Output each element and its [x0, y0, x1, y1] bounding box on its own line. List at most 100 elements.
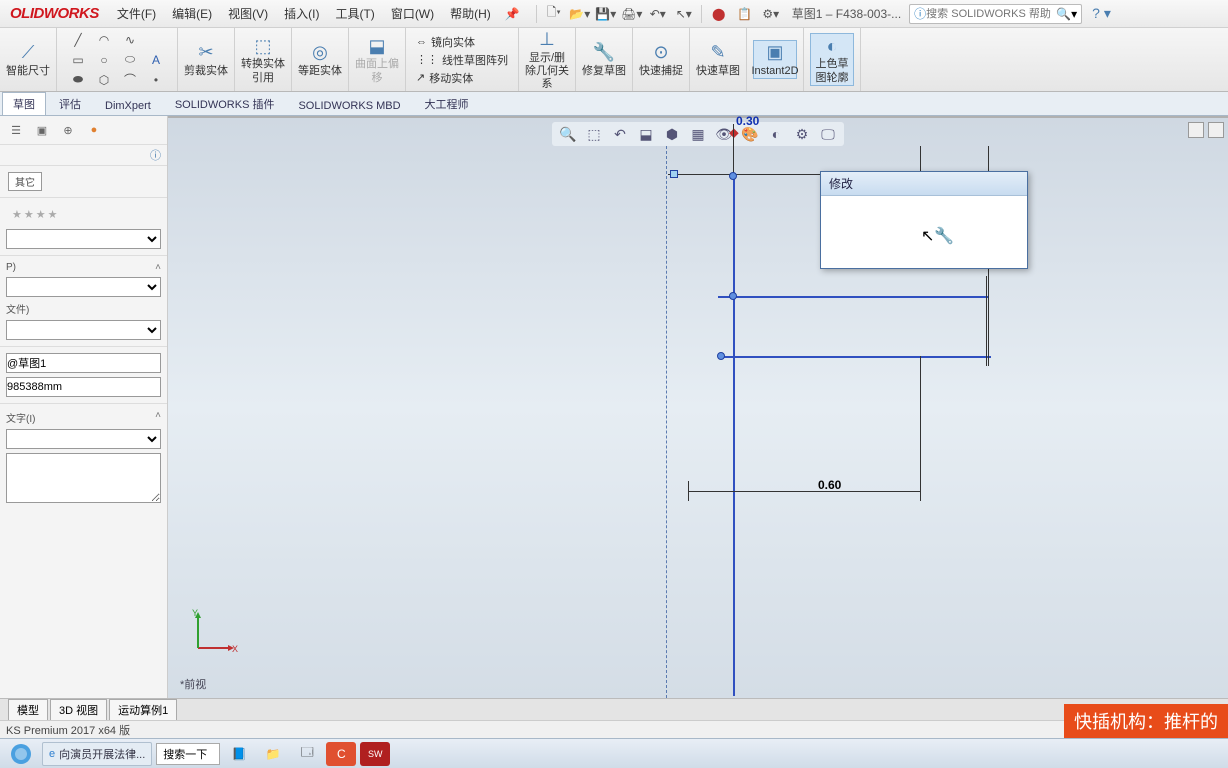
help-icon[interactable]: ? ▾ — [1092, 5, 1111, 22]
view-orient-icon[interactable]: ⬢ — [662, 124, 682, 144]
trim-button[interactable]: ✂ 剪裁实体 — [184, 41, 228, 78]
text-tool[interactable]: A — [145, 51, 167, 69]
property-icon[interactable]: ▣ — [32, 120, 52, 140]
dimension-top[interactable]: 0.30 — [736, 116, 759, 128]
taskbar-explorer-icon[interactable]: 📁 — [258, 742, 288, 766]
menu-tools[interactable]: 工具(T) — [327, 1, 382, 26]
model-tab[interactable]: 模型 — [8, 699, 48, 720]
taskbar-camtasia-icon[interactable]: C — [326, 742, 356, 766]
shade-sketch-button[interactable]: ◐ 上色草图轮廓 — [810, 33, 854, 85]
linear-pattern-button[interactable]: ⋮⋮线性草图阵列 — [414, 51, 510, 69]
star-icon[interactable]: ★ — [24, 208, 34, 221]
display-relations-button[interactable]: ⊥ 显示/删除几何关系 — [525, 28, 569, 92]
menu-insert[interactable]: 插入(I) — [276, 1, 327, 26]
sketch-endpoint[interactable] — [729, 292, 737, 300]
render-icon[interactable]: 🖵 — [818, 124, 838, 144]
tab-dimxpert[interactable]: DimXpert — [94, 96, 162, 115]
taskbar-solidworks-icon[interactable]: SW — [360, 742, 390, 766]
open-icon[interactable]: 📂▾ — [569, 4, 591, 24]
help-search[interactable]: ⓘ 🔍▾ — [909, 4, 1082, 24]
save-icon[interactable]: 💾▾ — [595, 4, 617, 24]
menu-help[interactable]: 帮助(H) — [442, 1, 499, 26]
quick-snap-button[interactable]: ⊙ 快速捕捉 — [639, 41, 683, 78]
prev-view-icon[interactable]: ↶ — [610, 124, 630, 144]
tol-combo[interactable] — [6, 277, 161, 297]
circle-tool[interactable]: ○ — [93, 51, 115, 69]
fillet-tool[interactable]: ⌒ — [119, 71, 141, 89]
options-icon[interactable]: 📋 — [734, 4, 756, 24]
taskbar-ie[interactable]: e 向演员开展法律... — [42, 742, 152, 766]
taskbar-search[interactable] — [156, 743, 220, 765]
view-settings-icon[interactable]: ⚙ — [792, 124, 812, 144]
display-style-icon[interactable]: ▦ — [688, 124, 708, 144]
tab-sketch[interactable]: 草图 — [2, 92, 46, 115]
tab-evaluate[interactable]: 评估 — [48, 92, 92, 115]
motion-tab[interactable]: 运动算例1 — [109, 699, 177, 720]
point-tool[interactable]: • — [145, 71, 167, 89]
rapid-sketch-button[interactable]: ✎ 快速草图 — [696, 41, 740, 78]
confirm-corner-cancel[interactable] — [1208, 122, 1224, 138]
settings-icon[interactable]: ⚙▾ — [760, 4, 782, 24]
rebuild-icon[interactable]: ⬤ — [708, 4, 730, 24]
sketch-endpoint[interactable] — [729, 172, 737, 180]
feature-tree-icon[interactable]: ☰ — [6, 120, 26, 140]
rect-tool[interactable]: ▭ — [67, 51, 89, 69]
help-search-input[interactable] — [926, 8, 1056, 20]
menu-edit[interactable]: 编辑(E) — [164, 1, 220, 26]
search-dropdown-icon[interactable]: 🔍▾ — [1056, 7, 1077, 21]
smart-dimension-button[interactable]: ⟋ 智能尺寸 — [6, 41, 50, 78]
menu-view[interactable]: 视图(V) — [220, 1, 276, 26]
3dview-tab[interactable]: 3D 视图 — [50, 699, 107, 720]
mirror-button[interactable]: ⇔镜向实体 — [414, 33, 477, 51]
scene-icon[interactable]: ◐ — [766, 124, 786, 144]
text-area[interactable] — [6, 453, 161, 503]
menu-file[interactable]: 文件(F) — [109, 1, 164, 26]
modify-dialog[interactable]: 修改 ↖🔧 — [820, 171, 1028, 269]
confirm-corner-ok[interactable] — [1188, 122, 1204, 138]
star-icon[interactable]: ★ — [36, 208, 46, 221]
zoom-fit-icon[interactable]: 🔍 — [558, 124, 578, 144]
convert-button[interactable]: ⬚ 转换实体引用 — [241, 34, 285, 84]
sketch-endpoint[interactable] — [717, 352, 725, 360]
ellipse-tool[interactable]: ⬭ — [119, 51, 141, 69]
offset-button[interactable]: ◎ 等距实体 — [298, 41, 342, 78]
repair-sketch-button[interactable]: 🔧 修复草图 — [582, 41, 626, 78]
tab-mbd[interactable]: SOLIDWORKS MBD — [287, 96, 411, 115]
menu-window[interactable]: 窗口(W) — [383, 1, 442, 26]
select-icon[interactable]: ↖▾ — [673, 4, 695, 24]
value-field[interactable] — [6, 377, 161, 397]
sketch-line-2[interactable] — [718, 296, 988, 298]
zoom-area-icon[interactable]: ⬚ — [584, 124, 604, 144]
section-icon[interactable]: ⬓ — [636, 124, 656, 144]
ref-field[interactable] — [6, 353, 161, 373]
graphics-viewport[interactable]: 🔍 ⬚ ↶ ⬓ ⬢ ▦ 👁 🎨 ◐ ⚙ 🖵 ⬥ 0.30 — [168, 116, 1228, 698]
line-tool[interactable]: ╱ — [67, 31, 89, 49]
spline-tool[interactable]: ∿ — [119, 31, 141, 49]
other-tab[interactable]: 其它 — [8, 172, 42, 191]
tab-addins[interactable]: SOLIDWORKS 插件 — [164, 92, 286, 115]
appearance-icon[interactable]: ● — [84, 120, 104, 140]
sketch-line-3[interactable] — [721, 356, 991, 358]
sketch-vertical[interactable] — [733, 176, 735, 696]
sketch-endpoint[interactable] — [670, 170, 678, 178]
star-icon[interactable]: ★ — [12, 208, 22, 221]
taskbar-app1-icon[interactable]: 🗔 — [292, 742, 322, 766]
arc-tool[interactable]: ◠ — [93, 31, 115, 49]
tab-engineer[interactable]: 大工程师 — [414, 92, 480, 115]
pin-icon[interactable]: 📌 — [505, 7, 520, 21]
star-icon[interactable]: ★ — [48, 208, 58, 221]
move-entities-button[interactable]: ↗移动实体 — [414, 69, 475, 87]
instant2d-button[interactable]: ▣ Instant2D — [753, 40, 797, 79]
panel-help-icon[interactable]: ⓘ — [0, 145, 167, 165]
print-icon[interactable]: 🖨▾ — [621, 4, 643, 24]
file-combo[interactable] — [6, 320, 161, 340]
taskbar-notepad-icon[interactable]: 📘 — [224, 742, 254, 766]
new-icon[interactable]: 🗋▾ — [543, 4, 565, 24]
undo-icon[interactable]: ↶▾ — [647, 4, 669, 24]
dimension-mid[interactable]: 0.60 — [818, 478, 841, 492]
polygon-tool[interactable]: ⬡ — [93, 71, 115, 89]
config-icon[interactable]: ⊕ — [58, 120, 78, 140]
text-combo[interactable] — [6, 429, 161, 449]
start-button[interactable] — [4, 742, 38, 766]
style-combo[interactable] — [6, 229, 161, 249]
